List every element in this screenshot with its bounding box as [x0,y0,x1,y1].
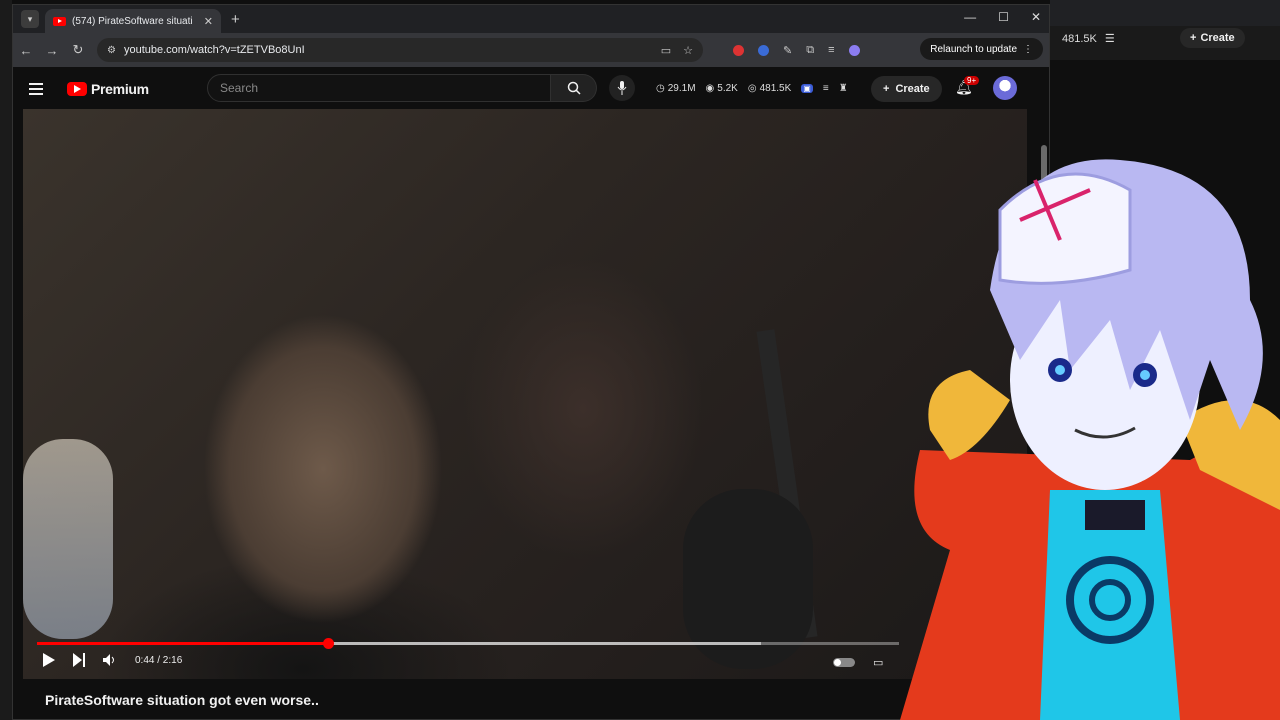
clock-icon: ◷ [656,83,665,94]
tab-close-icon[interactable]: ✕ [204,15,213,28]
youtube-logo[interactable]: Premium [67,81,149,97]
next-icon[interactable] [73,653,85,667]
account-avatar[interactable] [993,76,1017,100]
voice-search-button[interactable] [609,75,635,101]
time-display: 0:44 / 2:16 [135,654,183,666]
hamburger-menu-icon[interactable] [29,83,43,95]
kebab-menu-icon[interactable]: ⋮ [1023,44,1033,55]
plus-icon: + [1190,32,1197,44]
tab-title: (574) PirateSoftware situati [72,15,193,27]
extensions-puzzle-icon[interactable]: ⧉ [806,44,814,57]
background-window-edge [0,0,12,720]
create-button[interactable]: + Create [871,76,942,102]
youtube-logo-icon [67,82,87,96]
plus-icon: + [883,83,890,95]
search-placeholder: Search [220,81,259,95]
microphone-icon [617,81,627,95]
volume-icon[interactable] [103,653,117,667]
cast-icon[interactable]: ▭ [661,44,671,57]
extension-badge-icon[interactable]: ▣ [801,84,813,93]
autoplay-toggle[interactable] [833,658,855,667]
likes-count: 5.2K [717,83,738,94]
search-button[interactable] [551,74,597,102]
extension-feather-icon[interactable]: ✎ [783,44,792,57]
progress-played [37,642,329,645]
play-icon[interactable] [43,653,55,667]
eye-icon: ◉ [705,83,715,94]
back-icon[interactable]: ← [13,43,39,58]
forward-icon[interactable]: → [39,43,65,58]
subs-stat: ◎ 481.5K [748,83,791,94]
list-icon[interactable]: ≡ [823,83,829,94]
background-menu-icon: ☰ [1104,33,1115,45]
background-stats: 481.5K ☰ [1062,32,1115,46]
video-background-object [23,439,113,639]
tab-youtube[interactable]: (574) PirateSoftware situati ✕ [45,9,221,33]
likes-stat: ◉ 5.2K [706,83,738,94]
search-input[interactable]: Search [207,74,551,102]
vtuber-avatar-overlay [900,159,1280,720]
youtube-header: Premium Search ◷ 29.1M ◉ 5.2K ◎ 481.5K ▣ ≡ … [13,67,1049,201]
background-subs-count: 481.5K [1062,32,1097,45]
address-bar[interactable]: ⚙ youtube.com/watch?v=tZETVBo8UnI ▭ ☆ [97,38,703,62]
close-window-icon[interactable]: ✕ [1031,10,1041,24]
views-stat: ◷ 29.1M [656,83,696,94]
tab-bar: ▾ (574) PirateSoftware situati ✕ + — ☐ ✕ [13,5,1049,33]
video-title: PirateSoftware situation got even worse.… [45,692,319,708]
logo-text: Premium [91,81,149,97]
background-create-button[interactable]: + Create [1180,28,1245,48]
url-text: youtube.com/watch?v=tZETVBo8UnI [123,44,305,56]
profile-icon[interactable] [848,44,860,56]
trophy-icon[interactable]: ♜ [839,83,848,94]
create-label: Create [895,83,930,95]
maximize-icon[interactable]: ☐ [998,10,1009,24]
site-info-icon[interactable]: ⚙ [107,45,116,56]
extension-stats: ◷ 29.1M ◉ 5.2K ◎ 481.5K ▣ ≡ ♜ [656,83,848,94]
views-count: 29.1M [667,83,696,94]
tab-search-button[interactable]: ▾ [21,10,39,28]
notification-badge: 9+ [964,76,980,85]
bookmark-star-icon[interactable]: ☆ [683,44,693,57]
media-queue-icon[interactable]: ≡ [828,44,834,56]
reload-icon[interactable]: ↻ [65,42,91,58]
extensions-area: ✎ ⧉ ≡ [733,44,860,57]
extension-red-icon[interactable] [733,44,744,56]
subs-count: 481.5K [759,83,792,94]
relaunch-label: Relaunch to update [930,43,1017,55]
new-tab-icon[interactable]: + [231,11,240,28]
browser-toolbar: ← → ↻ ⚙ youtube.com/watch?v=tZETVBo8UnI … [13,33,1049,67]
extension-blue-icon[interactable] [758,44,769,56]
relaunch-button[interactable]: Relaunch to update ⋮ [920,38,1043,60]
progress-bar[interactable] [37,638,899,649]
player-controls-left: 0:44 / 2:16 [43,653,182,667]
people-icon: ◎ [747,83,757,94]
background-create-label: Create [1200,32,1235,44]
minimize-icon[interactable]: — [964,10,976,24]
search-icon [567,81,581,95]
youtube-favicon-icon [53,16,66,26]
window-controls: — ☐ ✕ [964,10,1041,24]
